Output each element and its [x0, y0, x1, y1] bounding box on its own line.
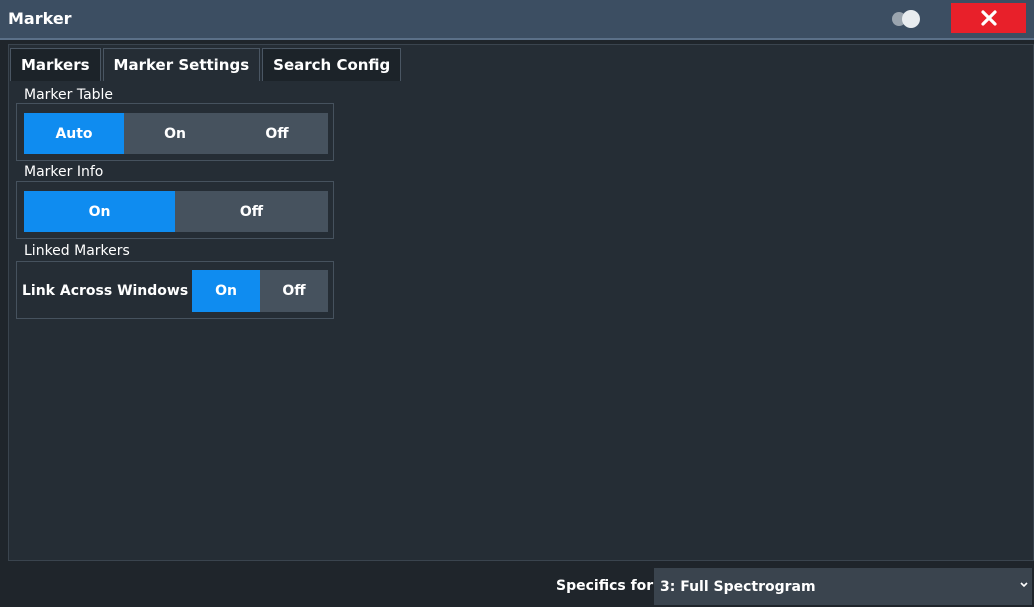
window-title: Marker: [8, 9, 72, 28]
marker-info-off-button[interactable]: Off: [175, 191, 328, 232]
link-on-button[interactable]: On: [192, 270, 260, 312]
specifics-dropdown[interactable]: 3: Full Spectrogram: [654, 568, 1032, 605]
specifics-value: 3: Full Spectrogram: [660, 578, 816, 595]
toggle-icon[interactable]: [890, 10, 924, 28]
marker-info-on-button[interactable]: On: [24, 191, 175, 232]
specifics-label: Specifics for: [556, 578, 654, 594]
close-button[interactable]: [951, 3, 1026, 33]
marker-table-label: Marker Table: [24, 87, 114, 103]
marker-table-auto-button[interactable]: Auto: [24, 113, 124, 154]
link-across-windows-label: Link Across Windows: [22, 283, 189, 299]
marker-info-label: Marker Info: [24, 164, 104, 180]
linked-markers-label: Linked Markers: [24, 243, 130, 259]
close-icon: [980, 10, 997, 26]
link-across-windows-selector: On Off: [192, 270, 328, 312]
tab-marker-settings[interactable]: Marker Settings: [102, 48, 261, 81]
link-off-button[interactable]: Off: [260, 270, 328, 312]
marker-table-off-button[interactable]: Off: [226, 113, 328, 154]
marker-info-selector: On Off: [24, 191, 328, 232]
tab-search-config[interactable]: Search Config: [262, 48, 402, 81]
marker-table-on-button[interactable]: On: [124, 113, 226, 154]
tab-markers[interactable]: Markers: [10, 48, 101, 81]
chevron-down-icon: [1020, 582, 1028, 588]
tab-bar: Markers Marker Settings Search Config: [10, 48, 403, 82]
title-bar: Marker: [0, 0, 1034, 40]
marker-table-selector: Auto On Off: [24, 113, 328, 154]
